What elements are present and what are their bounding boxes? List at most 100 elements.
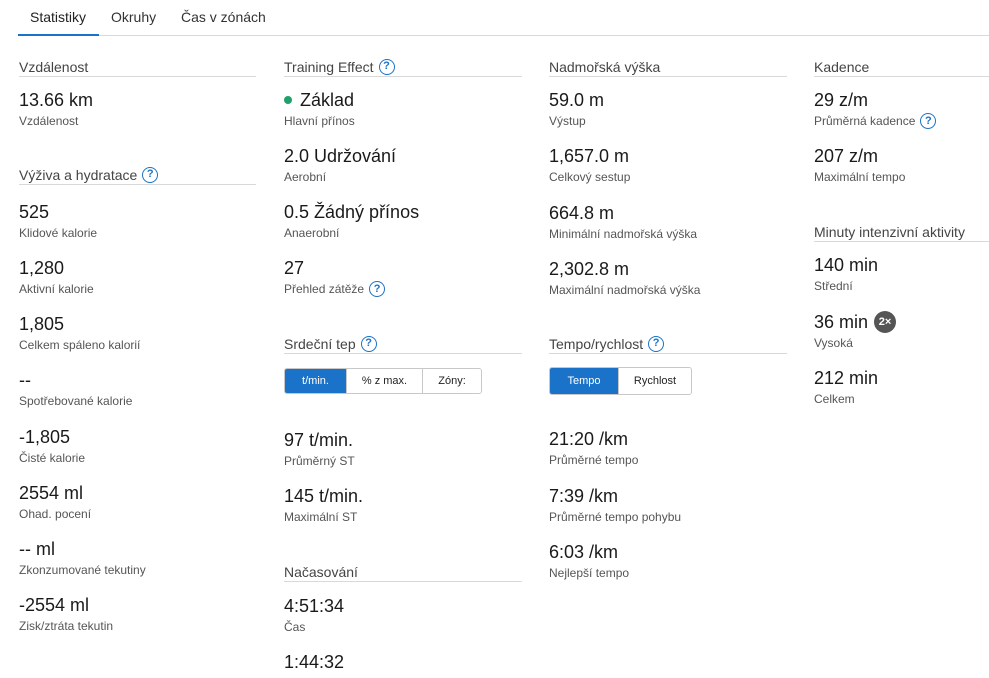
stat-total-minutes: 212 min Celkem xyxy=(814,367,878,407)
stat-sweat-loss: 2554 ml Ohad. pocení xyxy=(19,482,91,522)
stat-fluid-net: -2554 ml Zisk/ztráta tekutin xyxy=(19,594,113,634)
stat-value: 59.0 m xyxy=(549,90,605,110)
stat-fluids-consumed: -- ml Zkonzumované tekutiny xyxy=(19,538,146,578)
pace-speed-toggle: Tempo Rychlost xyxy=(549,367,692,395)
stat-label: Hlavní přínos xyxy=(284,114,355,128)
section-title-text: Vzdálenost xyxy=(19,58,89,75)
stat-consumed-calories: -- Spotřebované kalorie xyxy=(19,369,132,409)
stat-value: 1,280 xyxy=(19,258,65,278)
toggle-percent-max[interactable]: % z max. xyxy=(347,369,423,393)
stat-value: 29 z/m xyxy=(814,90,869,110)
timing-section: Načasování xyxy=(284,562,522,582)
stat-label-text: Přehled zátěže xyxy=(284,282,365,296)
stat-label: Celkem xyxy=(814,392,855,406)
tab-bar: Statistiky Okruhy Čas v zónách xyxy=(18,0,989,36)
help-icon[interactable]: ? xyxy=(920,113,937,129)
stat-value: 13.66 km xyxy=(19,90,94,110)
section-title-cadence: Kadence xyxy=(814,57,989,77)
stat-max-cadence: 207 z/m Maximální tempo xyxy=(814,145,905,185)
stat-active-calories: 1,280 Aktivní kalorie xyxy=(19,257,94,297)
stat-best-pace: 6:03 /km Nejlepší tempo xyxy=(549,541,629,581)
stat-value: 0.5 Žádný přínos xyxy=(284,202,420,222)
help-icon[interactable]: ? xyxy=(378,58,395,75)
stat-label: Celkem spáleno kalorií xyxy=(19,338,141,352)
stat-value: 21:20 /km xyxy=(549,429,629,449)
section-title-heart-rate: Srdeční tep ? xyxy=(284,334,522,354)
section-title-nutrition: Výživa a hydratace ? xyxy=(19,165,256,185)
section-title-intensity: Minuty intenzivní aktivity xyxy=(814,222,989,242)
stat-label: Průměrný ST xyxy=(284,454,355,468)
stat-label: Výstup xyxy=(549,114,586,128)
stat-label: Anaerobní xyxy=(284,226,340,240)
intensity-section: Minuty intenzivní aktivity xyxy=(814,222,989,242)
stat-value: 97 t/min. xyxy=(284,430,354,450)
stat-label: Přehled zátěže? xyxy=(284,281,386,297)
heart-rate-unit-toggle: t/min. % z max. Zóny: xyxy=(284,368,482,394)
section-title-text: Training Effect xyxy=(284,58,374,75)
help-icon[interactable]: ? xyxy=(360,335,377,352)
stat-descent: 1,657.0 m Celkový sestup xyxy=(549,145,630,185)
stat-label: Průměrné tempo pohybu xyxy=(549,510,682,524)
section-title-text: Tempo/rychlost xyxy=(549,335,644,352)
stat-value-text: Základ xyxy=(300,90,355,110)
stat-value: 207 z/m xyxy=(814,146,879,166)
stat-label: Průměrná kadence? xyxy=(814,113,937,129)
toggle-speed[interactable]: Rychlost xyxy=(619,368,691,394)
section-title-distance: Vzdálenost xyxy=(19,57,256,77)
stat-avg-hr: 97 t/min. Průměrný ST xyxy=(284,429,355,469)
stat-net-calories: -1,805 Čisté kalorie xyxy=(19,426,85,466)
section-title-text: Nadmořská výška xyxy=(549,58,661,75)
stat-avg-pace: 21:20 /km Průměrné tempo xyxy=(549,428,638,468)
column-3: Nadmořská výška 59.0 m Výstup 1,657.0 m … xyxy=(549,57,787,580)
help-icon[interactable]: ? xyxy=(648,335,665,352)
toggle-zones[interactable]: Zóny: xyxy=(423,369,481,393)
help-icon[interactable]: ? xyxy=(142,166,159,183)
stat-label: Čisté kalorie xyxy=(19,451,86,465)
section-title-text: Načasování xyxy=(284,563,358,580)
column-4: Kadence 29 z/m Průměrná kadence? 207 z/m… xyxy=(814,57,989,406)
section-title-training-effect: Training Effect ? xyxy=(284,57,522,77)
stat-primary-benefit: Základ Hlavní přínos xyxy=(284,89,355,129)
stat-value: -- ml xyxy=(19,539,55,559)
stat-value: 27 xyxy=(284,258,305,278)
stat-label: Ohad. pocení xyxy=(19,507,92,521)
stat-value: -1,805 xyxy=(19,427,71,447)
stat-load: 27 Přehled zátěže? xyxy=(284,257,386,297)
stat-ascent: 59.0 m Výstup xyxy=(549,89,604,129)
column-2: Training Effect ? Základ Hlavní přínos 2… xyxy=(284,57,522,672)
toggle-pace[interactable]: Tempo xyxy=(550,368,619,394)
stat-label: Maximální ST xyxy=(284,510,358,524)
stat-value: 140 min xyxy=(814,255,879,275)
nutrition-section: Výživa a hydratace ? xyxy=(19,165,256,185)
stat-label-text: Průměrná kadence xyxy=(814,114,916,128)
help-icon[interactable]: ? xyxy=(369,281,386,297)
tab-cas-v-zonach[interactable]: Čas v zónách xyxy=(181,9,266,25)
section-title-timing: Načasování xyxy=(284,562,522,582)
stat-value: 145 t/min. xyxy=(284,486,364,506)
stat-value: 4:51:34 xyxy=(284,596,345,616)
stat-label: Minimální nadmořská výška xyxy=(549,227,698,241)
stat-value: -2554 ml xyxy=(19,595,90,615)
multiplier-badge: 2× xyxy=(874,311,897,333)
tab-statistiky[interactable]: Statistiky xyxy=(30,9,86,25)
stat-label: Čas xyxy=(284,620,306,634)
stat-label: Celkový sestup xyxy=(549,170,631,184)
stat-avg-cadence: 29 z/m Průměrná kadence? xyxy=(814,89,937,129)
stat-label: Nejlepší tempo xyxy=(549,566,630,580)
stat-value: 36 min 2× xyxy=(814,311,897,333)
tab-okruhy[interactable]: Okruhy xyxy=(111,9,156,25)
active-tab-indicator xyxy=(18,34,99,36)
stat-resting-calories: 525 Klidové kalorie xyxy=(19,201,97,241)
column-1: Vzdálenost 13.66 km Vzdálenost Výživa a … xyxy=(19,57,256,633)
section-title-text: Kadence xyxy=(814,58,870,75)
stat-vigorous-minutes: 36 min 2× Vysoká xyxy=(814,311,897,351)
stat-time: 4:51:34 Čas xyxy=(284,595,344,635)
stat-value: Základ xyxy=(284,89,355,111)
stat-value: 2.0 Udržování xyxy=(284,146,397,166)
stat-value: 7:39 /km xyxy=(549,486,619,506)
stat-max-elevation: 2,302.8 m Maximální nadmořská výška xyxy=(549,258,700,298)
toggle-bpm[interactable]: t/min. xyxy=(285,369,347,393)
stat-value: 664.8 m xyxy=(549,203,615,223)
pace-section: Tempo/rychlost ? xyxy=(549,334,787,354)
section-title-text: Minuty intenzivní aktivity xyxy=(814,223,965,240)
